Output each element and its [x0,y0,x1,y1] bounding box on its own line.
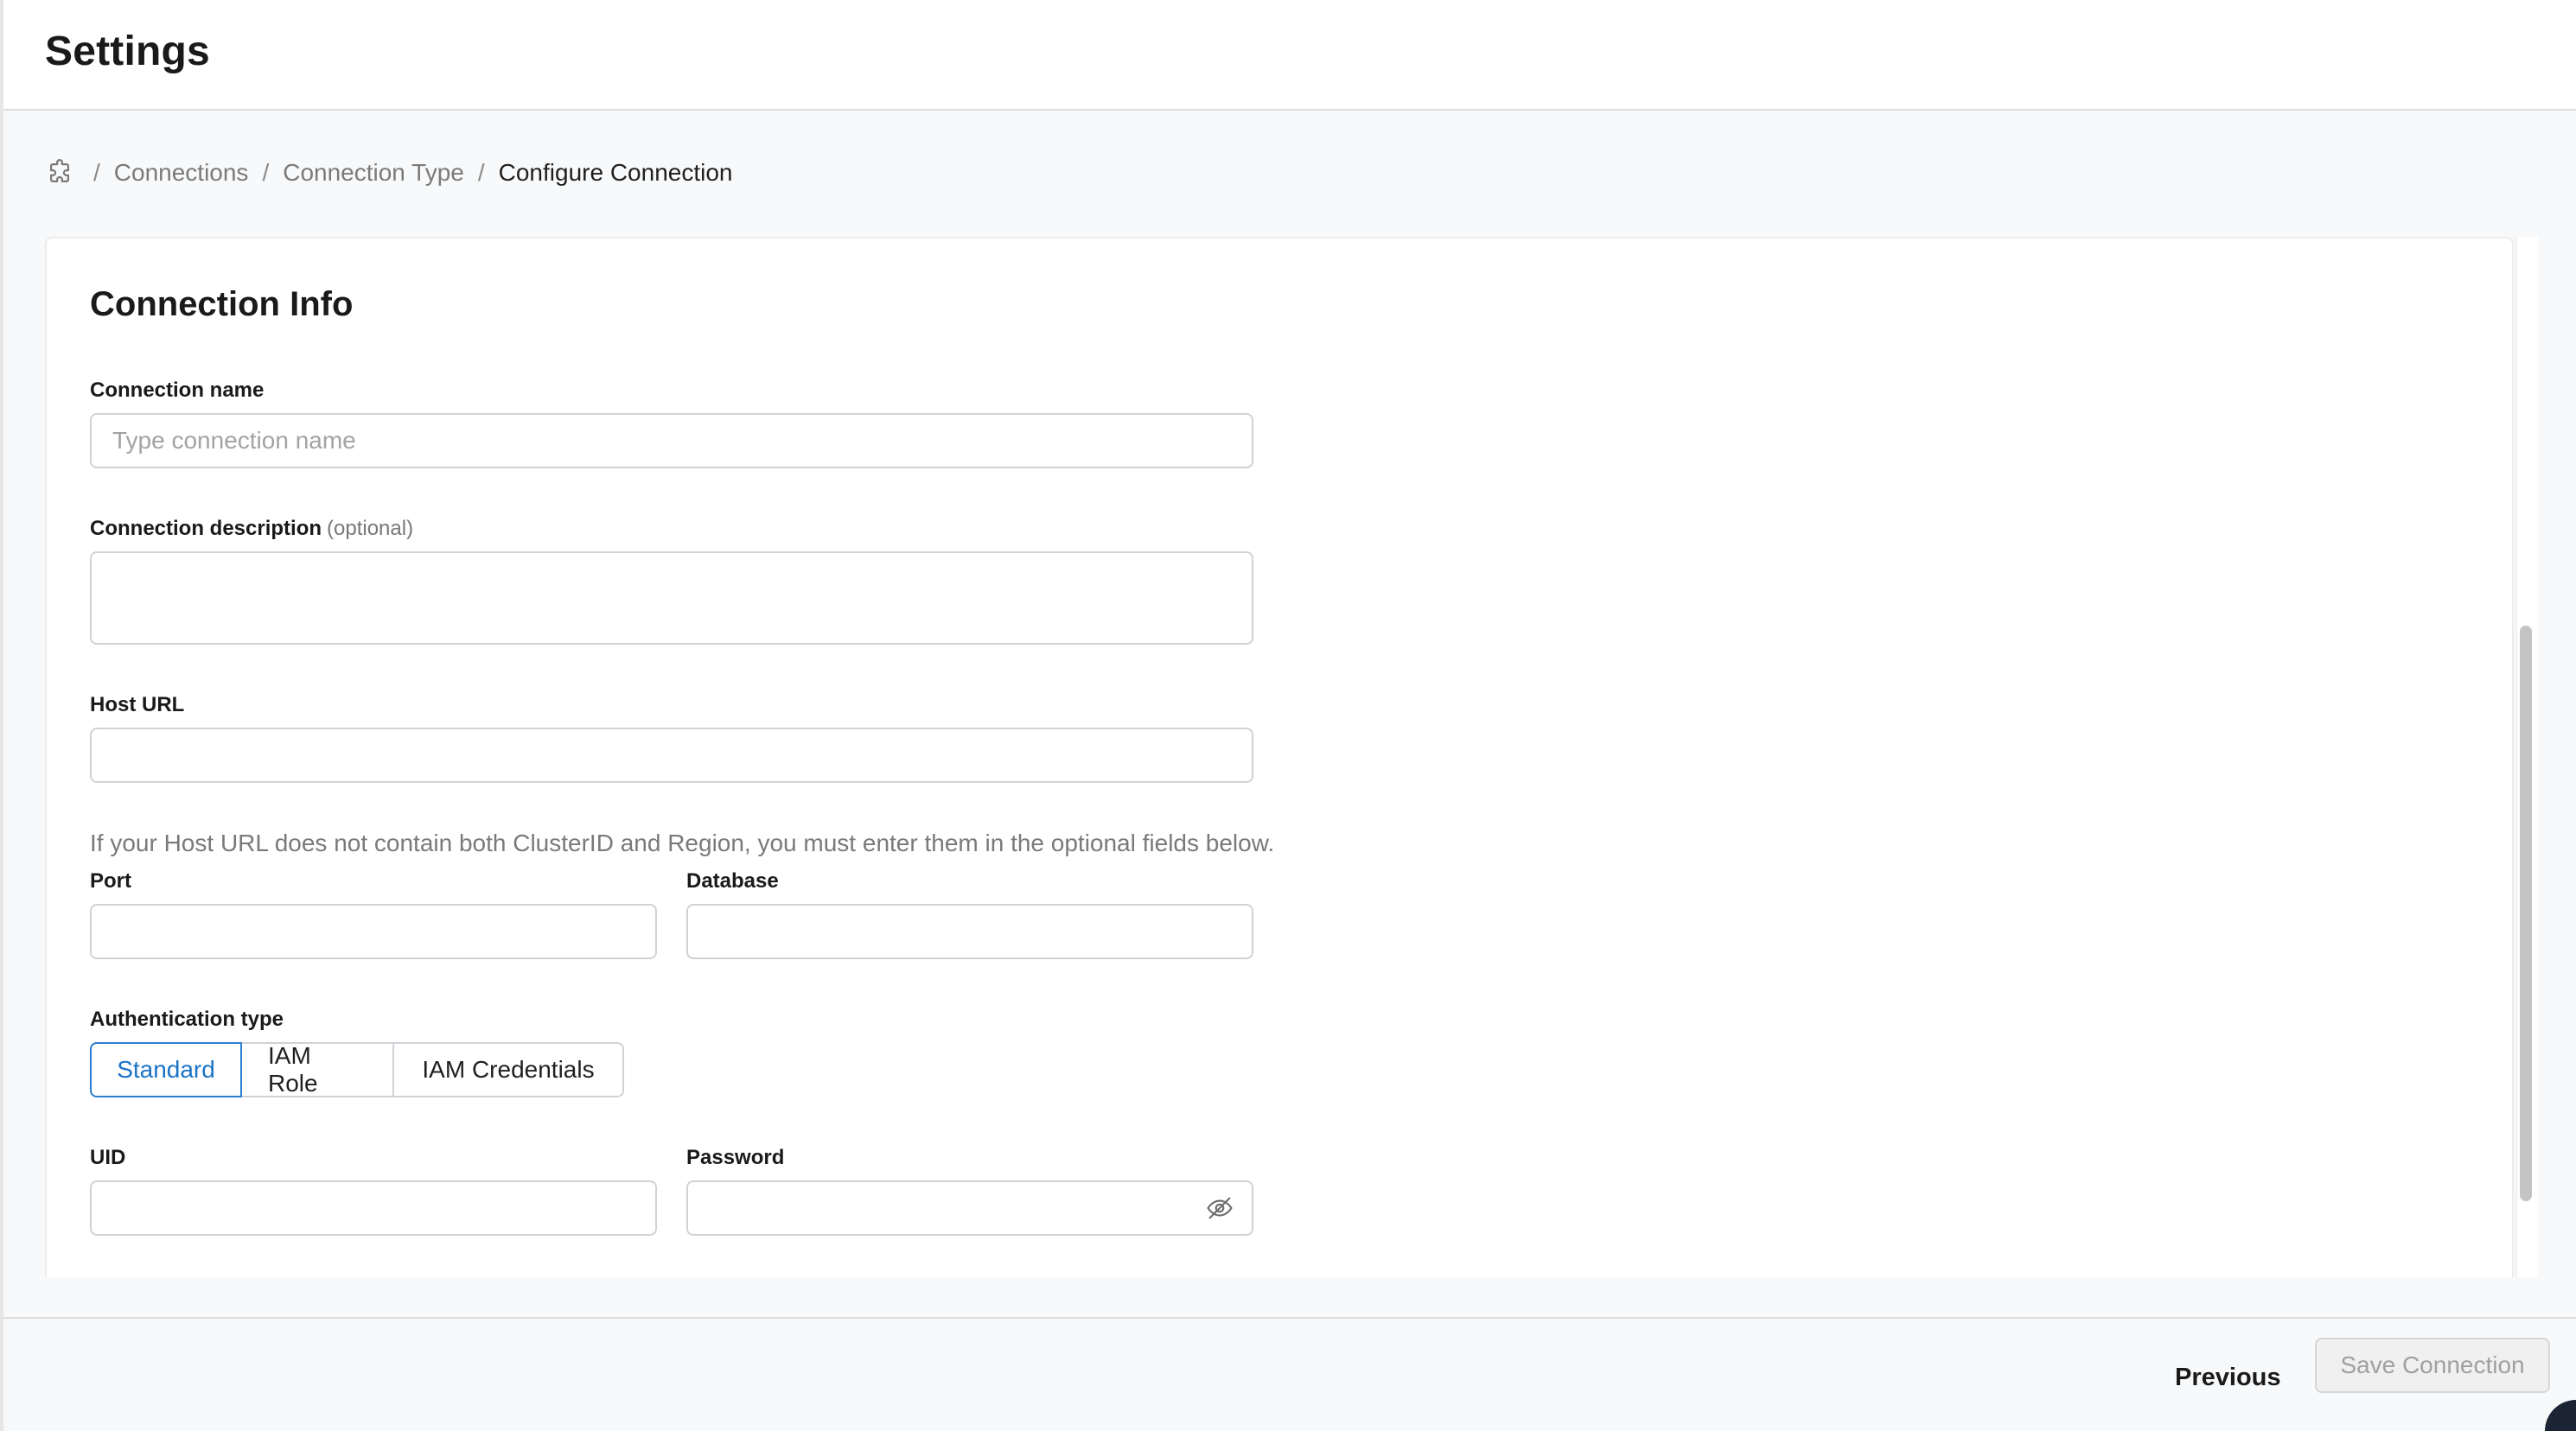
host-url-input[interactable] [90,728,1253,783]
breadcrumb-configure-connection: Configure Connection [498,159,733,186]
connection-name-input[interactable] [90,413,1253,468]
breadcrumb-separator: / [262,159,270,186]
port-input[interactable] [90,904,657,959]
auth-option-standard[interactable]: Standard [90,1042,242,1097]
app-window: Settings / Connections / Connection Type… [0,0,2576,1431]
page-title: Settings [45,29,210,74]
optional-tag: (optional) [327,517,414,540]
header-bar: Settings [3,0,2576,111]
puzzle-icon[interactable] [45,158,74,188]
password-input[interactable] [686,1180,1253,1236]
save-connection-button[interactable]: Save Connection [2315,1338,2550,1393]
connection-description-label: Connection description (optional) [90,517,414,540]
scrollbar-thumb[interactable] [2520,626,2532,1201]
uid-input[interactable] [90,1180,657,1236]
connection-description-input[interactable] [90,551,1253,645]
breadcrumb: / Connections / Connection Type / Config… [45,154,732,192]
auth-option-iam-role[interactable]: IAM Role [242,1042,394,1097]
breadcrumb-connections[interactable]: Connections [114,159,249,187]
authentication-type-selector: Standard IAM Role IAM Credentials [90,1042,624,1097]
eye-off-icon[interactable] [1205,1193,1234,1223]
password-label: Password [686,1146,785,1169]
database-input[interactable] [686,904,1253,959]
breadcrumb-separator: / [93,159,100,186]
auth-option-iam-credentials[interactable]: IAM Credentials [394,1044,622,1096]
port-label: Port [90,869,131,893]
footer-bar: Previous Save Connection [3,1317,2576,1431]
connection-form-card: Connection Info Connection name Connecti… [45,237,2514,1277]
breadcrumb-separator: / [477,159,485,186]
uid-label: UID [90,1146,126,1169]
breadcrumb-connection-type[interactable]: Connection Type [283,159,464,187]
previous-button[interactable]: Previous [2175,1357,2281,1398]
host-url-label: Host URL [90,693,185,716]
connection-name-label: Connection name [90,378,265,402]
database-label: Database [686,869,779,893]
authentication-type-label: Authentication type [90,1008,284,1031]
host-url-hint: If your Host URL does not contain both C… [90,830,1275,856]
section-title: Connection Info [90,285,354,323]
